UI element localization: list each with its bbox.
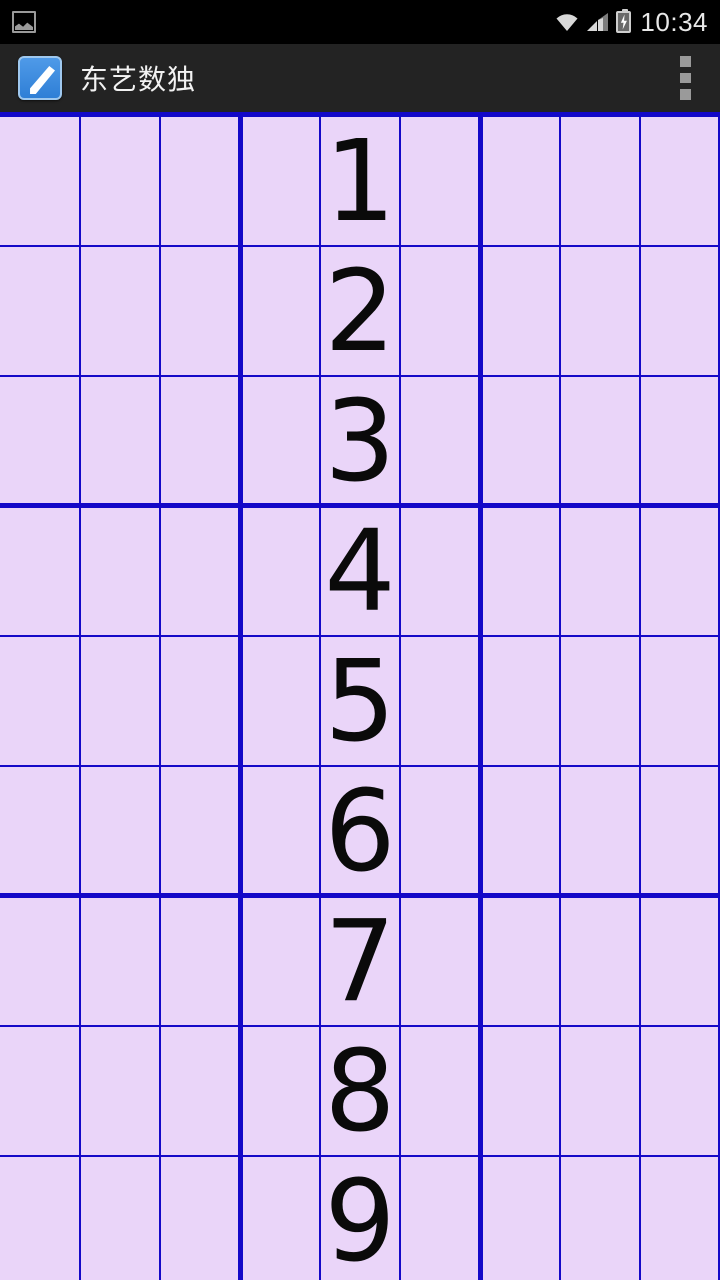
sudoku-cell-r1-c3[interactable] xyxy=(160,117,240,247)
sudoku-cell-r1-c7[interactable] xyxy=(480,117,560,247)
sudoku-cell-r8-c2[interactable] xyxy=(80,1027,160,1157)
sudoku-cell-r2-c4[interactable] xyxy=(240,247,320,377)
status-bar-clock: 10:34 xyxy=(640,7,708,37)
sudoku-cell-r2-c9[interactable] xyxy=(640,247,720,377)
sudoku-cell-r3-c6[interactable] xyxy=(400,377,480,507)
sudoku-cell-r4-c6[interactable] xyxy=(400,507,480,637)
app-bar: 东艺数独 xyxy=(0,44,720,112)
battery-charging-icon xyxy=(616,9,632,33)
sudoku-cell-r4-c8[interactable] xyxy=(560,507,640,637)
sudoku-cell-r3-c9[interactable] xyxy=(640,377,720,507)
sudoku-cell-r9-c7[interactable] xyxy=(480,1157,560,1280)
sudoku-cell-r6-c7[interactable] xyxy=(480,767,560,897)
sudoku-cell-r9-c8[interactable] xyxy=(560,1157,640,1280)
sudoku-cell-r4-c3[interactable] xyxy=(160,507,240,637)
sudoku-cell-r3-c2[interactable] xyxy=(80,377,160,507)
signal-bars-icon xyxy=(587,12,609,32)
sudoku-cell-r2-c2[interactable] xyxy=(80,247,160,377)
sudoku-cell-r7-c6[interactable] xyxy=(400,897,480,1027)
sudoku-cell-r9-c9[interactable] xyxy=(640,1157,720,1280)
sudoku-cell-r2-c1[interactable] xyxy=(0,247,80,377)
sudoku-cell-r5-c9[interactable] xyxy=(640,637,720,767)
sudoku-cell-r9-c4[interactable] xyxy=(240,1157,320,1280)
status-bar-system-icons: 10:34 xyxy=(554,9,720,35)
sudoku-cell-r1-c5[interactable]: 1 xyxy=(320,117,400,247)
sudoku-cell-r1-c4[interactable] xyxy=(240,117,320,247)
sudoku-board[interactable]: 123456789 天地在游戏在 CBI 游戏天地 Cbi xyxy=(0,112,720,1280)
sudoku-cell-r2-c6[interactable] xyxy=(400,247,480,377)
sudoku-cell-r3-c5[interactable]: 3 xyxy=(320,377,400,507)
overflow-menu-icon[interactable] xyxy=(672,56,698,101)
sudoku-cell-r9-c5[interactable]: 9 xyxy=(320,1157,400,1280)
status-bar-notifications xyxy=(0,11,554,33)
sudoku-cell-r7-c8[interactable] xyxy=(560,897,640,1027)
sudoku-cell-r2-c8[interactable] xyxy=(560,247,640,377)
sudoku-cell-r7-c4[interactable] xyxy=(240,897,320,1027)
sudoku-cell-r3-c4[interactable] xyxy=(240,377,320,507)
sudoku-cell-r2-c3[interactable] xyxy=(160,247,240,377)
sudoku-cell-r3-c1[interactable] xyxy=(0,377,80,507)
sudoku-cell-r3-c3[interactable] xyxy=(160,377,240,507)
sudoku-cell-r8-c7[interactable] xyxy=(480,1027,560,1157)
sudoku-cell-r4-c9[interactable] xyxy=(640,507,720,637)
sudoku-cell-r5-c6[interactable] xyxy=(400,637,480,767)
sudoku-cell-r5-c7[interactable] xyxy=(480,637,560,767)
sudoku-cell-r1-c8[interactable] xyxy=(560,117,640,247)
sudoku-cell-r7-c2[interactable] xyxy=(80,897,160,1027)
sudoku-cell-r7-c3[interactable] xyxy=(160,897,240,1027)
sudoku-cell-r9-c2[interactable] xyxy=(80,1157,160,1280)
sudoku-cell-r6-c2[interactable] xyxy=(80,767,160,897)
sudoku-cell-r6-c8[interactable] xyxy=(560,767,640,897)
sudoku-cell-r5-c3[interactable] xyxy=(160,637,240,767)
sudoku-cell-r7-c7[interactable] xyxy=(480,897,560,1027)
wifi-icon xyxy=(554,12,580,32)
page-title: 东艺数独 xyxy=(80,63,197,96)
sudoku-cell-r1-c9[interactable] xyxy=(640,117,720,247)
sudoku-cell-r9-c1[interactable] xyxy=(0,1157,80,1280)
sudoku-cell-r9-c6[interactable] xyxy=(400,1157,480,1280)
sudoku-cell-r7-c1[interactable] xyxy=(0,897,80,1027)
sudoku-cell-r8-c6[interactable] xyxy=(400,1027,480,1157)
sudoku-cell-r4-c2[interactable] xyxy=(80,507,160,637)
sudoku-cell-r6-c5[interactable]: 6 xyxy=(320,767,400,897)
sudoku-cell-r5-c8[interactable] xyxy=(560,637,640,767)
sudoku-cell-r6-c3[interactable] xyxy=(160,767,240,897)
app-screen: 10:34 东艺数独 123456789 xyxy=(0,0,720,1280)
sudoku-cell-r6-c1[interactable] xyxy=(0,767,80,897)
sudoku-cell-container: 123456789 xyxy=(0,117,720,1280)
sudoku-cell-r4-c1[interactable] xyxy=(0,507,80,637)
sudoku-cell-r7-c9[interactable] xyxy=(640,897,720,1027)
sudoku-cell-r4-c5[interactable]: 4 xyxy=(320,507,400,637)
sudoku-cell-r8-c8[interactable] xyxy=(560,1027,640,1157)
sudoku-cell-r7-c5[interactable]: 7 xyxy=(320,897,400,1027)
sudoku-cell-r1-c6[interactable] xyxy=(400,117,480,247)
sudoku-cell-r3-c7[interactable] xyxy=(480,377,560,507)
gallery-icon xyxy=(12,11,36,33)
sudoku-cell-r3-c8[interactable] xyxy=(560,377,640,507)
sudoku-cell-r2-c5[interactable]: 2 xyxy=(320,247,400,377)
sudoku-cell-r1-c2[interactable] xyxy=(80,117,160,247)
sudoku-cell-r5-c2[interactable] xyxy=(80,637,160,767)
sudoku-cell-r8-c3[interactable] xyxy=(160,1027,240,1157)
sudoku-cell-r8-c9[interactable] xyxy=(640,1027,720,1157)
sudoku-cell-r6-c9[interactable] xyxy=(640,767,720,897)
sudoku-cell-r4-c7[interactable] xyxy=(480,507,560,637)
sudoku-cell-r2-c7[interactable] xyxy=(480,247,560,377)
sudoku-cell-r8-c5[interactable]: 8 xyxy=(320,1027,400,1157)
sudoku-cell-r5-c5[interactable]: 5 xyxy=(320,637,400,767)
sudoku-cell-r1-c1[interactable] xyxy=(0,117,80,247)
sudoku-cell-r5-c4[interactable] xyxy=(240,637,320,767)
pencil-app-icon xyxy=(18,56,62,100)
status-bar: 10:34 xyxy=(0,0,720,44)
sudoku-cell-r8-c4[interactable] xyxy=(240,1027,320,1157)
sudoku-cell-r6-c6[interactable] xyxy=(400,767,480,897)
sudoku-cell-r4-c4[interactable] xyxy=(240,507,320,637)
sudoku-cell-r8-c1[interactable] xyxy=(0,1027,80,1157)
sudoku-cell-r6-c4[interactable] xyxy=(240,767,320,897)
sudoku-cell-r9-c3[interactable] xyxy=(160,1157,240,1280)
sudoku-cell-r5-c1[interactable] xyxy=(0,637,80,767)
